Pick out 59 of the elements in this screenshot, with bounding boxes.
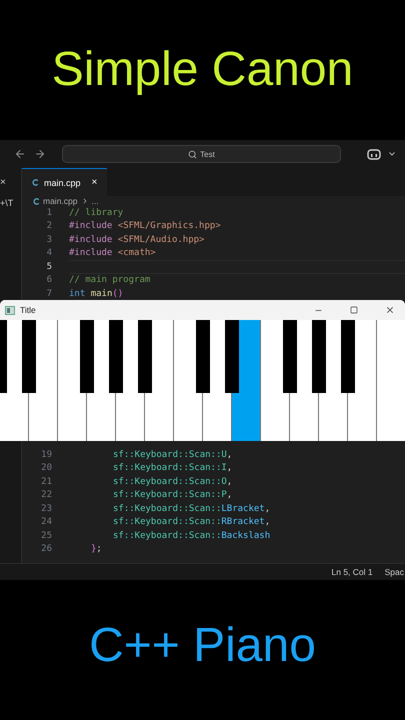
line-number: 24 — [40, 517, 52, 528]
code-line: sf::Keyboard::Scan::P, — [113, 490, 232, 500]
line-number: 2 — [46, 221, 52, 232]
code-line: }; — [91, 544, 102, 554]
sharp-key[interactable] — [341, 320, 355, 393]
folder-path: +\T — [0, 197, 14, 208]
code-line: sf::Keyboard::Scan::I, — [113, 463, 232, 474]
code-line: #include <SFML/Graphics.hpp> — [69, 221, 221, 232]
maximize-icon[interactable] — [350, 306, 358, 314]
line-number: 4 — [46, 248, 52, 258]
line-number: 26 — [40, 544, 52, 554]
cpp-file-icon — [32, 179, 39, 186]
sharp-key[interactable] — [312, 320, 326, 393]
line-number: 1 — [46, 208, 52, 218]
file-tab[interactable]: main.cpp × — [22, 168, 108, 196]
headline: Simple Canon — [52, 46, 354, 94]
robot-icon[interactable] — [367, 148, 381, 160]
line-number: 25 — [40, 530, 52, 541]
sharp-key[interactable] — [196, 320, 210, 393]
code-line: sf::Keyboard::Scan::LBracket, — [113, 504, 270, 514]
code-line: int main() — [69, 288, 124, 299]
code-line: #include <SFML/Audio.hpp> — [69, 234, 204, 245]
breadcrumb-item[interactable]: ... — [92, 196, 99, 206]
search-icon — [188, 150, 198, 158]
window-title: Title — [20, 305, 37, 315]
code-line: sf::Keyboard::Scan::Backslash — [113, 530, 270, 541]
line-number: 21 — [40, 476, 52, 487]
indent-setting[interactable]: Spac — [384, 567, 404, 577]
line-number: 22 — [40, 490, 52, 500]
search-field[interactable]: Test — [62, 145, 341, 163]
line-number: 7 — [46, 288, 52, 299]
line-number: 6 — [46, 275, 52, 286]
code-line: // main program — [69, 275, 150, 286]
sharp-key[interactable] — [109, 320, 123, 393]
sharp-key[interactable] — [138, 320, 152, 393]
code-line: #include <cmath> — [69, 248, 156, 258]
sharp-key[interactable] — [22, 320, 36, 393]
close-icon[interactable]: × — [92, 177, 98, 188]
cursor-position[interactable]: Ln 5, Col 1 — [332, 567, 373, 577]
sharp-key[interactable] — [283, 320, 297, 393]
line-number: 5 — [46, 262, 52, 272]
sharp-key[interactable] — [80, 320, 94, 393]
code-line: // library — [69, 208, 124, 218]
app-icon — [5, 306, 15, 314]
cpp-file-icon — [33, 198, 40, 204]
code-line: sf::Keyboard::Scan::RBracket, — [113, 517, 270, 528]
code-line: sf::Keyboard::Scan::O, — [113, 476, 232, 487]
close-icon[interactable] — [385, 305, 395, 315]
forward-arrow-icon[interactable] — [34, 148, 46, 160]
headline: C++ Piano — [89, 622, 316, 670]
back-arrow-icon[interactable] — [14, 148, 26, 160]
code-line: sf::Keyboard::Scan::U, — [113, 450, 232, 460]
line-number: 3 — [46, 234, 52, 245]
sharp-key[interactable] — [0, 320, 7, 393]
breadcrumb-item[interactable]: main.cpp — [43, 196, 78, 206]
line-number: 23 — [40, 504, 52, 514]
line-number: 19 — [40, 450, 52, 460]
chevron-down-icon[interactable] — [389, 152, 395, 156]
line-number: 20 — [40, 463, 52, 474]
